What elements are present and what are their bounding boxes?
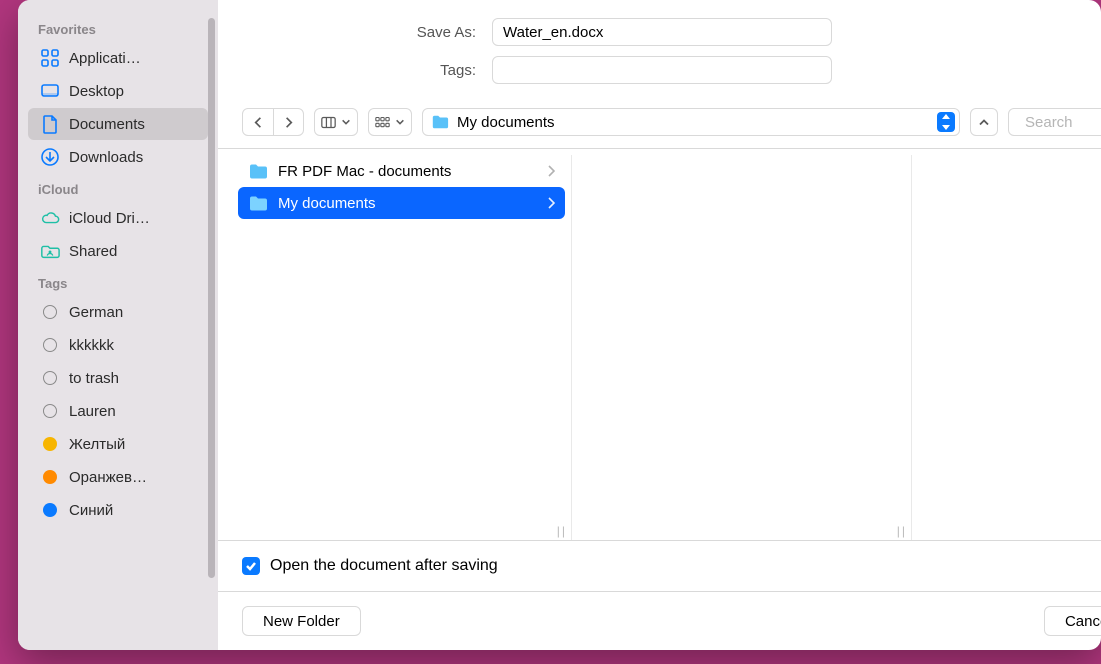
- browser-row-label: FR PDF Mac - documents: [278, 163, 537, 180]
- chevron-right-icon: [281, 115, 296, 130]
- sidebar-tag-blue[interactable]: Синий: [28, 494, 208, 526]
- sidebar-item-documents[interactable]: Documents: [28, 108, 208, 140]
- sidebar-item-label: Desktop: [69, 83, 124, 100]
- sidebar-section-icloud: iCloud: [18, 174, 218, 201]
- sidebar-item-label: kkkkkk: [69, 337, 114, 354]
- sidebar-item-label: iCloud Dri…: [69, 210, 150, 227]
- location-stepper-icon: [937, 112, 955, 132]
- search-field[interactable]: [1008, 108, 1101, 136]
- tag-dot-icon: [43, 437, 57, 451]
- doc-icon: [40, 114, 60, 134]
- browser-column-1: FR PDF Mac - documents My documents ||: [232, 155, 572, 540]
- sidebar-item-label: Синий: [69, 502, 113, 519]
- sidebar-item-label: to trash: [69, 370, 119, 387]
- chevron-down-icon: [341, 117, 351, 127]
- folder-icon: [248, 195, 268, 212]
- sidebar-item-label: Оранжев…: [69, 469, 147, 486]
- browser-column-2: ||: [572, 155, 912, 540]
- sidebar-item-downloads[interactable]: Downloads: [28, 141, 208, 173]
- chevron-left-icon: [251, 115, 266, 130]
- tags-label: Tags:: [242, 62, 492, 79]
- tag-dot-icon: [43, 503, 57, 517]
- sidebar-scrollbar[interactable]: [208, 18, 215, 578]
- sidebar-item-label: Downloads: [69, 149, 143, 166]
- group-by-button[interactable]: [368, 108, 412, 136]
- grid-icon: [375, 115, 390, 130]
- tag-dot-icon: [43, 371, 57, 385]
- tag-dot-icon: [43, 470, 57, 484]
- chevron-right-icon: [547, 197, 555, 209]
- folder-icon: [248, 163, 268, 180]
- path-up-button[interactable]: [970, 108, 998, 136]
- search-input[interactable]: [1023, 113, 1101, 132]
- sidebar-tag-orange[interactable]: Оранжев…: [28, 461, 208, 493]
- nav-back-forward: [242, 108, 304, 136]
- file-browser: FR PDF Mac - documents My documents || |…: [218, 148, 1101, 541]
- sidebar-tag-totrash[interactable]: to trash: [28, 362, 208, 394]
- download-icon: [40, 147, 60, 167]
- location-popup[interactable]: My documents: [422, 108, 960, 136]
- column-resize-handle[interactable]: ||: [557, 524, 567, 538]
- desktop-icon: [40, 81, 60, 101]
- nav-forward-button[interactable]: [273, 109, 303, 135]
- sidebar-tag-yellow[interactable]: Желтый: [28, 428, 208, 460]
- sidebar-tag-kkkkkk[interactable]: kkkkkk: [28, 329, 208, 361]
- chevron-down-icon: [395, 117, 405, 127]
- sidebar-item-label: Желтый: [69, 436, 125, 453]
- checkmark-icon: [242, 557, 260, 575]
- browser-row[interactable]: My documents: [238, 187, 565, 219]
- sidebar-item-applications[interactable]: Applicati…: [28, 42, 208, 74]
- sidebar-item-label: German: [69, 304, 123, 321]
- open-after-save-label: Open the document after saving: [270, 557, 498, 575]
- save-as-input[interactable]: [492, 18, 832, 46]
- open-after-save-checkbox[interactable]: Open the document after saving: [242, 557, 1101, 575]
- sidebar: Favorites Applicati… Desktop Documents Down…: [18, 0, 218, 650]
- new-folder-button[interactable]: New Folder: [242, 606, 361, 636]
- view-columns-button[interactable]: [314, 108, 358, 136]
- sidebar-tag-german[interactable]: German: [28, 296, 208, 328]
- toolbar: My documents: [218, 94, 1101, 148]
- tags-input[interactable]: [492, 56, 832, 84]
- shared-icon: [40, 241, 60, 261]
- folder-icon: [431, 113, 449, 131]
- location-label: My documents: [457, 114, 929, 131]
- main-panel: Save As: Tags:: [218, 0, 1101, 650]
- sidebar-section-tags: Tags: [18, 268, 218, 295]
- options-area: Open the document after saving: [218, 541, 1101, 591]
- sidebar-item-label: Documents: [69, 116, 145, 133]
- sidebar-item-label: Applicati…: [69, 50, 141, 67]
- sidebar-item-icloud-drive[interactable]: iCloud Dri…: [28, 202, 208, 234]
- browser-row-label: My documents: [278, 195, 537, 212]
- cloud-icon: [40, 208, 60, 228]
- cancel-button[interactable]: Cancel: [1044, 606, 1101, 636]
- sidebar-item-label: Shared: [69, 243, 117, 260]
- apps-icon: [40, 48, 60, 68]
- column-resize-handle[interactable]: ||: [897, 524, 907, 538]
- chevron-right-icon: [547, 165, 555, 177]
- columns-icon: [321, 115, 336, 130]
- sidebar-item-shared[interactable]: Shared: [28, 235, 208, 267]
- tag-dot-icon: [43, 404, 57, 418]
- sidebar-item-label: Lauren: [69, 403, 116, 420]
- chevron-up-icon: [978, 115, 990, 130]
- save-form: Save As: Tags:: [218, 0, 1101, 94]
- save-dialog: Favorites Applicati… Desktop Documents Down…: [18, 0, 1101, 650]
- sidebar-item-desktop[interactable]: Desktop: [28, 75, 208, 107]
- save-as-label: Save As:: [242, 24, 492, 41]
- browser-row[interactable]: FR PDF Mac - documents: [238, 155, 565, 187]
- browser-column-3: [912, 155, 1101, 540]
- nav-back-button[interactable]: [243, 109, 273, 135]
- dialog-footer: New Folder Cancel Export: [218, 591, 1101, 650]
- tag-dot-icon: [43, 305, 57, 319]
- sidebar-section-favorites: Favorites: [18, 14, 218, 41]
- sidebar-tag-lauren[interactable]: Lauren: [28, 395, 208, 427]
- tag-dot-icon: [43, 338, 57, 352]
